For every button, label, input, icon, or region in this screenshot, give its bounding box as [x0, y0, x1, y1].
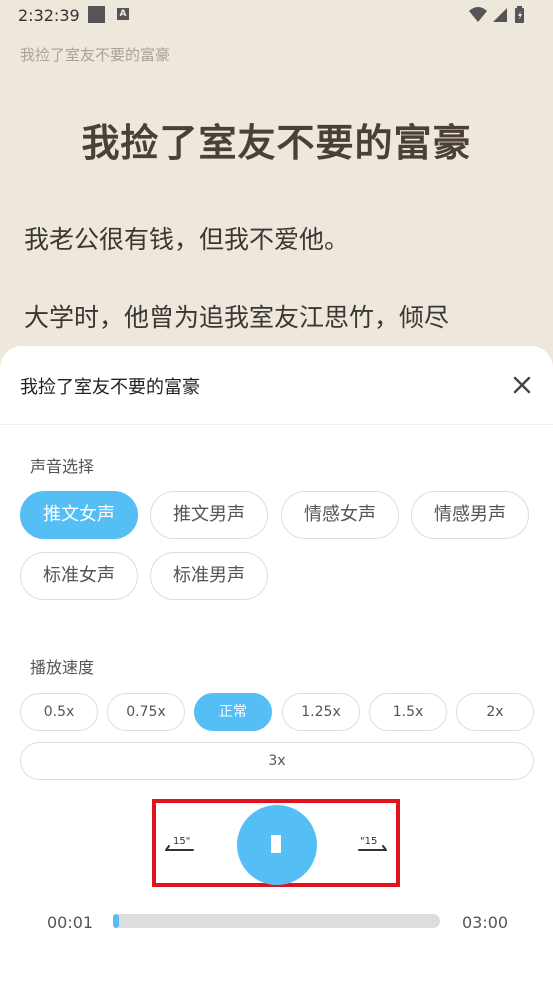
- paragraph: 我老公很有钱，但我不爱他。: [24, 225, 350, 254]
- voice-option-emotion-female[interactable]: 情感女声: [281, 491, 399, 539]
- pause-button[interactable]: [237, 805, 317, 885]
- status-icons: [469, 6, 524, 23]
- voice-option-tuiwen-male[interactable]: 推文男声: [150, 491, 268, 539]
- tts-bottom-sheet: 我捡了室友不要的富豪 声音选择 推文女声 推文男声 情感女声 情感男声 标准女声…: [0, 346, 553, 984]
- wifi-icon: [469, 7, 487, 22]
- close-icon[interactable]: [509, 372, 535, 398]
- book-header: 我捡了室友不要的富豪: [20, 46, 171, 64]
- speed-option-1.25x[interactable]: 1.25x: [282, 693, 360, 731]
- speed-option-3x[interactable]: 3x: [20, 742, 534, 780]
- forward-label: "15: [360, 836, 377, 847]
- status-bar: 2:32:39 A: [0, 0, 553, 30]
- progress-bar[interactable]: [113, 914, 440, 928]
- pause-icon: [271, 835, 281, 853]
- reader-content[interactable]: 我捡了室友不要的富豪 我捡了室友不要的富豪 我老公很有钱，但我不爱他。 大学时，…: [0, 30, 553, 360]
- speed-section-label: 播放速度: [30, 658, 95, 677]
- status-time: 2:32:39: [18, 6, 80, 25]
- voice-section-label: 声音选择: [30, 457, 95, 476]
- voice-option-standard-female[interactable]: 标准女声: [20, 552, 138, 600]
- chapter-title: 我捡了室友不要的富豪: [81, 121, 472, 165]
- rewind-label: 15": [173, 836, 190, 847]
- rewind-15-button[interactable]: 15": [164, 832, 196, 856]
- speed-option-2x[interactable]: 2x: [456, 693, 534, 731]
- speed-option-1.5x[interactable]: 1.5x: [369, 693, 447, 731]
- divider: [0, 424, 553, 425]
- sheet-title: 我捡了室友不要的富豪: [20, 377, 200, 398]
- forward-15-button[interactable]: "15: [356, 832, 388, 856]
- current-time: 00:01: [47, 913, 94, 932]
- voice-option-tuiwen-female[interactable]: 推文女声: [20, 491, 138, 539]
- signal-icon: [493, 8, 507, 22]
- total-time: 03:00: [462, 913, 509, 932]
- speed-option-0.75x[interactable]: 0.75x: [107, 693, 185, 731]
- paragraph: 大学时，他曾为追我室友江思竹，倾尽: [24, 303, 450, 332]
- keyboard-notification-icon: A: [117, 8, 129, 20]
- speed-option-0.5x[interactable]: 0.5x: [20, 693, 98, 731]
- voice-option-emotion-male[interactable]: 情感男声: [411, 491, 529, 539]
- speed-option-normal[interactable]: 正常: [194, 693, 272, 731]
- voice-option-standard-male[interactable]: 标准男声: [150, 552, 268, 600]
- progress-fill: [113, 914, 119, 928]
- notification-icon: [88, 6, 105, 23]
